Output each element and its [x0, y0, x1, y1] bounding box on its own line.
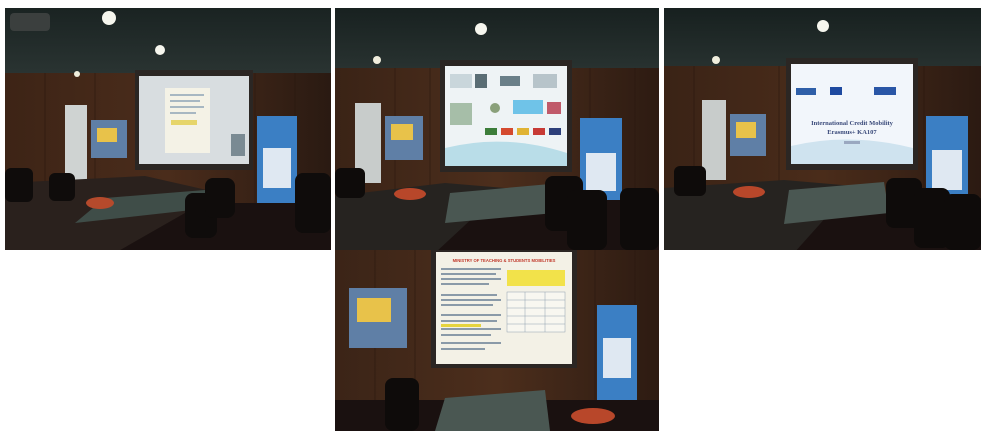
slide-title-line2: Erasmus+ KA107 — [827, 129, 877, 136]
ceiling-light — [373, 56, 381, 64]
ac-unit — [702, 100, 726, 180]
conference-room-photo-4: MINISTRY OF TEACHING & STUDENTS MOBILITI… — [335, 250, 659, 431]
ac-unit — [65, 105, 87, 180]
eu-flag-logo — [830, 87, 842, 95]
slide-header: MINISTRY OF TEACHING & STUDENTS MOBILITI… — [453, 258, 556, 263]
webcam-thumbnail — [231, 134, 245, 156]
chair — [295, 173, 331, 233]
chair — [674, 166, 706, 196]
chair — [944, 194, 981, 250]
ceiling-light — [475, 23, 487, 35]
conference-room-photo-1 — [5, 8, 331, 250]
chair — [49, 173, 75, 201]
chair — [5, 168, 33, 202]
ceiling-light — [712, 56, 720, 64]
chair — [205, 178, 235, 218]
chair — [335, 168, 365, 198]
flower-arrangement — [86, 197, 114, 209]
chair — [567, 190, 607, 250]
chair — [385, 378, 419, 431]
ceiling-light — [155, 45, 165, 55]
photo-3-scene: International Credit Mobility Erasmus+ K… — [664, 8, 981, 250]
flower-arrangement — [394, 188, 426, 200]
photo-4-scene: MINISTRY OF TEACHING & STUDENTS MOBILITI… — [335, 250, 659, 431]
photo-2-scene — [335, 8, 659, 250]
photo-1-scene — [5, 8, 331, 250]
slide-highlight-box — [507, 270, 565, 286]
conference-room-photo-3: International Credit Mobility Erasmus+ K… — [664, 8, 981, 250]
erasmus-logo — [874, 87, 896, 95]
slide-logo — [796, 88, 816, 95]
ceiling-light — [74, 71, 80, 77]
projector — [10, 13, 50, 31]
slide-title-line1: International Credit Mobility — [811, 120, 894, 127]
flower-arrangement — [571, 408, 615, 424]
ceiling-light — [817, 20, 829, 32]
ceiling-light — [102, 11, 116, 25]
chair — [620, 188, 659, 250]
conference-room-photo-2 — [335, 8, 659, 250]
country-flags — [485, 128, 561, 135]
flower-arrangement — [733, 186, 765, 198]
slide-table — [506, 291, 566, 333]
